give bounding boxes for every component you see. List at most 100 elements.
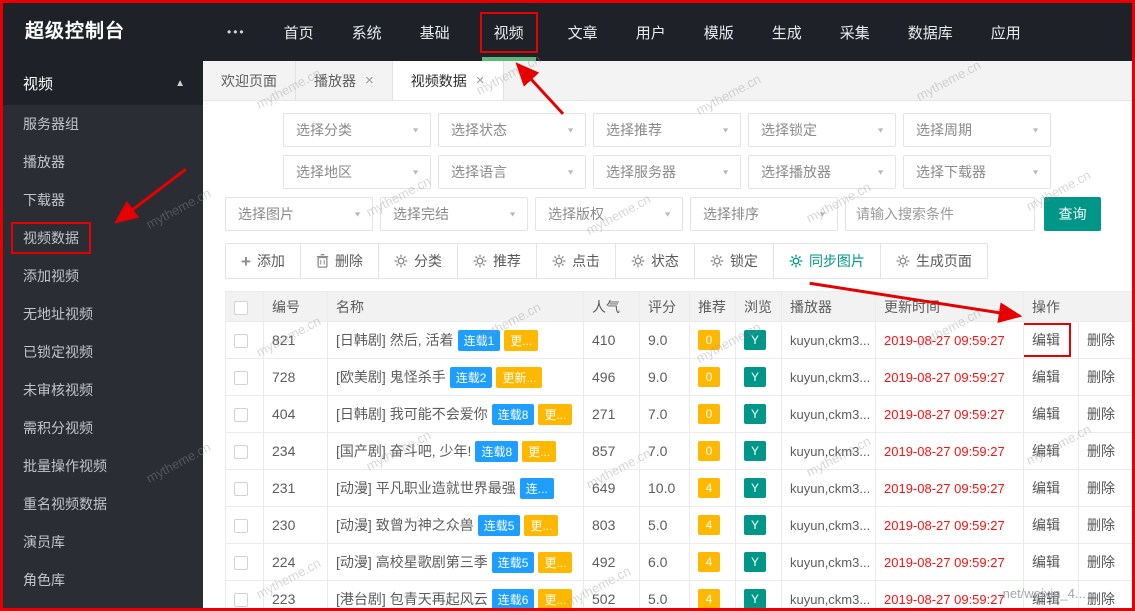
- nav-item-user[interactable]: 用户: [620, 3, 682, 61]
- nav-item-collect[interactable]: 采集: [824, 3, 886, 61]
- row-checkbox[interactable]: [234, 482, 248, 497]
- row-checkbox[interactable]: [234, 593, 248, 608]
- nav-item-system[interactable]: 系统: [336, 3, 398, 61]
- sidebar-item-add-video[interactable]: 添加视频: [3, 257, 203, 295]
- serial-badge: 连载6: [491, 588, 535, 608]
- edit-button[interactable]: 编辑: [1024, 323, 1071, 357]
- query-button[interactable]: 查询: [1044, 197, 1101, 231]
- nav-item-home[interactable]: 首页: [268, 3, 330, 61]
- delete-button[interactable]: 删除: [1087, 554, 1115, 570]
- edit-button[interactable]: 编辑: [1032, 554, 1060, 570]
- more-icon[interactable]: •••: [211, 3, 262, 61]
- close-icon[interactable]: ×: [365, 72, 374, 89]
- edit-button[interactable]: 编辑: [1032, 443, 1060, 459]
- delete-button[interactable]: 删除: [1087, 591, 1115, 607]
- row-checkbox[interactable]: [234, 371, 248, 386]
- tab-video-data[interactable]: 视频数据 ×: [392, 61, 504, 100]
- tab-player[interactable]: 播放器 ×: [296, 61, 393, 100]
- gear-icon: [394, 254, 408, 268]
- filter-copyright[interactable]: 选择版权 ▼: [535, 197, 683, 231]
- delete-button[interactable]: 删除: [1087, 406, 1115, 422]
- delete-button[interactable]: 删除: [1087, 517, 1115, 533]
- delete-button[interactable]: 删除: [1087, 369, 1115, 385]
- sidebar-item-unaudited-video[interactable]: 未审核视频: [3, 371, 203, 409]
- sidebar-item-locked-video[interactable]: 已锁定视频: [3, 333, 203, 371]
- delete-button[interactable]: 删除: [299, 243, 379, 279]
- filter-downloader[interactable]: 选择下载器 ▼: [903, 155, 1051, 189]
- filter-sort[interactable]: 选择排序 ▼: [690, 197, 838, 231]
- recommend-button[interactable]: 推荐: [456, 243, 537, 279]
- sidebar-section-video[interactable]: 视频 ▲: [3, 61, 203, 105]
- filter-image[interactable]: 选择图片 ▼: [225, 197, 373, 231]
- sidebar-item-batch-operate-video[interactable]: 批量操作视频: [3, 447, 203, 485]
- sidebar-item-points-video[interactable]: 需积分视频: [3, 409, 203, 447]
- edit-button[interactable]: 编辑: [1032, 591, 1060, 607]
- sidebar-item-player[interactable]: 播放器: [3, 143, 203, 181]
- cell-score: 5.0: [639, 580, 690, 608]
- cell-id: 821: [263, 321, 328, 359]
- video-category: [动漫]: [336, 480, 372, 496]
- row-checkbox[interactable]: [234, 334, 248, 349]
- nav-item-generate[interactable]: 生成: [756, 3, 818, 61]
- edit-button[interactable]: 编辑: [1032, 517, 1060, 533]
- cell-score: 10.0: [639, 469, 690, 507]
- view-badge: Y: [744, 589, 766, 608]
- video-title: 包青天再起风云: [389, 591, 488, 607]
- select-value: 选择图片: [238, 206, 294, 222]
- delete-button[interactable]: 删除: [1087, 443, 1115, 459]
- sidebar-item-server-group[interactable]: 服务器组: [3, 105, 203, 143]
- row-checkbox[interactable]: [234, 556, 248, 571]
- add-button[interactable]: + 添加: [225, 243, 301, 279]
- column-header-hits: 人气: [583, 291, 640, 322]
- nav-item-video[interactable]: 视频: [472, 3, 546, 61]
- app-title: 超级控制台: [25, 21, 126, 42]
- sidebar-item-video-data[interactable]: 视频数据: [3, 219, 203, 257]
- cell-id: 404: [263, 395, 328, 433]
- nav-item-app[interactable]: 应用: [975, 3, 1037, 61]
- nav-item-article[interactable]: 文章: [552, 3, 614, 61]
- row-checkbox[interactable]: [234, 519, 248, 534]
- filter-lock[interactable]: 选择锁定 ▼: [748, 113, 896, 147]
- nav-item-database[interactable]: 数据库: [892, 3, 969, 61]
- nav-item-basic[interactable]: 基础: [404, 3, 466, 61]
- sync-image-button[interactable]: 同步图片: [772, 243, 881, 279]
- edit-button[interactable]: 编辑: [1032, 369, 1060, 385]
- filter-status[interactable]: 选择状态 ▼: [438, 113, 586, 147]
- filter-finished[interactable]: 选择完结 ▼: [380, 197, 528, 231]
- filter-player[interactable]: 选择播放器 ▼: [748, 155, 896, 189]
- delete-button[interactable]: 删除: [1087, 332, 1115, 348]
- generate-page-button[interactable]: 生成页面: [879, 243, 988, 279]
- filter-category[interactable]: 选择分类 ▼: [283, 113, 431, 147]
- filter-cycle[interactable]: 选择周期 ▼: [903, 113, 1051, 147]
- chevron-down-icon: ▼: [1031, 126, 1040, 134]
- sidebar-item-no-address-video[interactable]: 无地址视频: [3, 295, 203, 333]
- status-button[interactable]: 状态: [614, 243, 695, 279]
- delete-button[interactable]: 删除: [1087, 480, 1115, 496]
- tab-welcome[interactable]: 欢迎页面: [203, 61, 296, 100]
- sidebar-item-actor-library[interactable]: 演员库: [3, 523, 203, 561]
- sidebar-item-role-library[interactable]: 角色库: [3, 561, 203, 599]
- nav-item-template[interactable]: 模版: [688, 3, 750, 61]
- click-button[interactable]: 点击: [535, 243, 616, 279]
- edit-button[interactable]: 编辑: [1032, 480, 1060, 496]
- row-checkbox[interactable]: [234, 445, 248, 460]
- filter-region[interactable]: 选择地区 ▼: [283, 155, 431, 189]
- sidebar-item-downloader[interactable]: 下载器: [3, 181, 203, 219]
- lock-button[interactable]: 锁定: [693, 243, 774, 279]
- category-button[interactable]: 分类: [377, 243, 458, 279]
- edit-button[interactable]: 编辑: [1032, 406, 1060, 422]
- gear-icon: [473, 254, 487, 268]
- filter-recommend[interactable]: 选择推荐 ▼: [593, 113, 741, 147]
- chevron-down-icon: ▼: [411, 168, 420, 176]
- row-checkbox[interactable]: [234, 408, 248, 423]
- close-icon[interactable]: ×: [476, 72, 485, 89]
- filter-language[interactable]: 选择语言 ▼: [438, 155, 586, 189]
- filter-server[interactable]: 选择服务器 ▼: [593, 155, 741, 189]
- sidebar-item-duplicate-name-video[interactable]: 重名视频数据: [3, 485, 203, 523]
- search-input[interactable]: [845, 197, 1035, 231]
- update-badge: 更...: [538, 403, 573, 425]
- select-all-checkbox[interactable]: [234, 300, 248, 315]
- chevron-down-icon: ▼: [566, 168, 575, 176]
- gear-icon: [896, 254, 910, 268]
- table-row: 821 [日韩剧] 然后, 活着 连载1 更... 410 9.0 0 Y kuyun…: [225, 321, 1132, 359]
